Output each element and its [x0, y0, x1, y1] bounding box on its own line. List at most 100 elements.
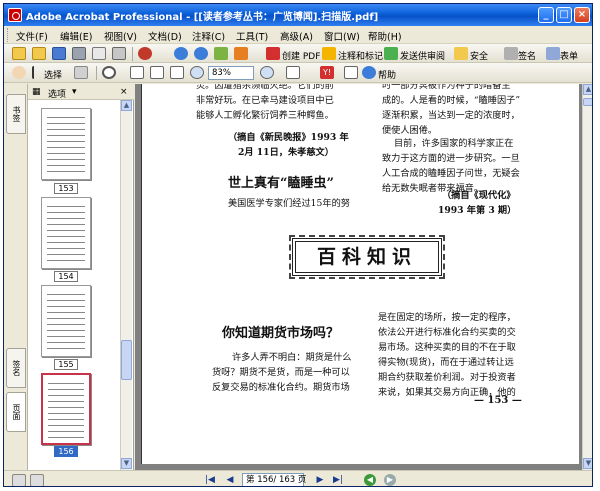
zoom-out-icon[interactable]	[190, 66, 204, 79]
forms-button[interactable]: 表单	[560, 49, 578, 62]
status-bar: |◀ ◀ 第 156/ 163 页 ▶ ▶| ◀ ▶	[4, 470, 592, 486]
options-icon[interactable]: ▦	[32, 87, 41, 97]
create-pdf-button[interactable]: 创建 PDF	[282, 49, 320, 62]
scroll-up-arrow[interactable]: ▲	[583, 84, 592, 95]
thumbnail-label[interactable]: 153	[54, 183, 78, 194]
save-icon[interactable]	[52, 47, 66, 60]
select-tool-button[interactable]: 选择	[44, 68, 62, 81]
acrobat-window: Adobe Acrobat Professional - [[读者参考丛书：广览…	[3, 3, 593, 487]
close-button[interactable]: ×	[574, 7, 590, 23]
page-thumbnail[interactable]	[41, 197, 91, 269]
print-icon[interactable]	[72, 47, 86, 60]
scroll-thumb[interactable]	[583, 98, 592, 106]
page-thumbnails: 153 154 155 156	[28, 100, 120, 470]
zoom-level-field[interactable]: 83%	[208, 66, 254, 80]
fit-page-icon[interactable]	[150, 66, 164, 79]
zoom-in-icon[interactable]	[102, 66, 116, 79]
body-text-line: 美国医学专家们经过15年的努	[228, 198, 350, 209]
last-page-icon[interactable]: ▶|	[332, 474, 344, 486]
continuous-view-icon[interactable]	[30, 474, 44, 486]
scroll-down-arrow[interactable]: ▼	[583, 458, 592, 469]
menu-advanced[interactable]: 高级(A)	[280, 29, 313, 43]
page-number-field[interactable]: 第 156/ 163 页	[242, 473, 306, 486]
close-pane-button[interactable]: ×	[120, 87, 128, 97]
tab-signatures[interactable]: 签名	[6, 348, 26, 388]
sign-pen-icon[interactable]	[504, 47, 518, 60]
send-review-icon[interactable]	[384, 47, 398, 60]
body-text-line: 是在固定的场所，按一定的程序，	[378, 312, 516, 323]
thumbnail-label[interactable]: 155	[54, 359, 78, 370]
maximize-button[interactable]: □	[556, 7, 572, 23]
body-text-line: 人工合成的瞌睡因子问世，无疑会	[382, 168, 520, 179]
chevron-down-icon[interactable]: ▾	[72, 87, 77, 97]
tab-pages[interactable]: 页面	[6, 392, 26, 432]
document-view[interactable]: 灵。因遭猎杀濒临灭绝。它们的前 非常好玩。在已幸马建设项目中已 能够人工孵化繁衍…	[135, 84, 582, 470]
browse-icon[interactable]	[174, 47, 188, 60]
security-lock-icon[interactable]	[454, 47, 468, 60]
create-pdf-from-web-icon[interactable]	[138, 47, 152, 60]
acrobat-web-icon[interactable]	[194, 47, 208, 60]
next-view-icon[interactable]: ▶	[384, 474, 396, 486]
page-layout-icon[interactable]	[12, 474, 26, 486]
fit-width-icon[interactable]	[170, 66, 184, 79]
body-text-line: 成的。人是看的时候，“瞌睡因子”	[382, 95, 521, 106]
email-icon[interactable]	[92, 47, 106, 60]
send-review-button[interactable]: 发送供审阅	[400, 49, 445, 62]
first-page-icon[interactable]: |◀	[204, 474, 216, 486]
menu-tools[interactable]: 工具(T)	[236, 29, 268, 43]
previous-view-icon[interactable]: ◀	[364, 474, 376, 486]
menu-document[interactable]: 文档(D)	[148, 29, 182, 43]
help-icon[interactable]	[362, 66, 376, 79]
toolbar-separator	[132, 47, 133, 61]
thumbnail-label-selected[interactable]: 156	[54, 446, 78, 457]
toolbar-separator	[96, 66, 97, 80]
create-pdf-icon[interactable]	[266, 47, 280, 60]
scroll-down-arrow[interactable]: ▼	[121, 458, 132, 469]
forms-icon[interactable]	[546, 47, 560, 60]
rotate-view-icon[interactable]	[286, 66, 300, 79]
source-citation: （摘自《新民晚报》1993 年	[228, 132, 349, 143]
thumbnail-label[interactable]: 154	[54, 271, 78, 282]
acrobat-app-icon[interactable]	[8, 8, 22, 22]
export-icon[interactable]	[234, 47, 248, 60]
comment-markup-icon[interactable]	[322, 47, 336, 60]
attach-icon[interactable]	[112, 47, 126, 60]
zoom-in-small-icon[interactable]	[260, 66, 274, 79]
page-thumbnail[interactable]	[41, 285, 91, 357]
security-button[interactable]: 安全	[470, 49, 488, 62]
snapshot-icon[interactable]	[74, 66, 88, 79]
comment-markup-button[interactable]: 注释和标记	[338, 49, 383, 62]
next-page-icon[interactable]: ▶	[314, 474, 326, 486]
menu-file[interactable]: 文件(F)	[16, 29, 48, 43]
body-text-line: 得实物(现货)，而在于通过转让远	[378, 357, 514, 368]
minimize-button[interactable]: _	[538, 7, 554, 23]
yahoo-toolbar-icon[interactable]: Y!	[320, 66, 334, 79]
menu-view[interactable]: 视图(V)	[104, 29, 137, 43]
menu-window[interactable]: 窗口(W)	[324, 29, 360, 43]
thumbnail-scrollbar[interactable]: ▲ ▼	[120, 100, 132, 470]
hand-tool-icon[interactable]	[12, 66, 26, 79]
scan-icon[interactable]	[214, 47, 228, 60]
options-menu[interactable]: 选项	[48, 87, 66, 100]
scroll-thumb[interactable]	[121, 340, 132, 380]
scroll-up-arrow[interactable]: ▲	[121, 100, 132, 111]
menu-comments[interactable]: 注释(C)	[192, 29, 225, 43]
organizer-icon[interactable]	[32, 47, 46, 60]
menu-help[interactable]: 帮助(H)	[368, 29, 402, 43]
actual-size-icon[interactable]	[130, 66, 144, 79]
search-icon[interactable]	[344, 66, 358, 79]
select-text-icon[interactable]	[32, 66, 40, 79]
sign-button[interactable]: 签名	[518, 49, 536, 62]
body-text-line: 许多人弄不明白：期货是什么	[232, 352, 352, 363]
title-bar: Adobe Acrobat Professional - [[读者参考丛书：广览…	[4, 4, 592, 26]
pdf-page: 灵。因遭猎杀濒临灭绝。它们的前 非常好玩。在已幸马建设项目中已 能够人工孵化繁衍…	[141, 84, 579, 464]
document-scrollbar[interactable]: ▲ ▼	[582, 84, 592, 470]
open-folder-icon[interactable]	[12, 47, 26, 60]
previous-page-icon[interactable]: ◀	[224, 474, 236, 486]
window-title: Adobe Acrobat Professional - [[读者参考丛书：广览…	[26, 12, 379, 23]
menu-edit[interactable]: 编辑(E)	[60, 29, 92, 43]
page-thumbnail-selected[interactable]	[41, 373, 91, 445]
tab-bookmarks[interactable]: 书签	[6, 94, 26, 134]
page-thumbnail[interactable]	[41, 108, 91, 180]
help-button[interactable]: 帮助	[378, 68, 396, 81]
